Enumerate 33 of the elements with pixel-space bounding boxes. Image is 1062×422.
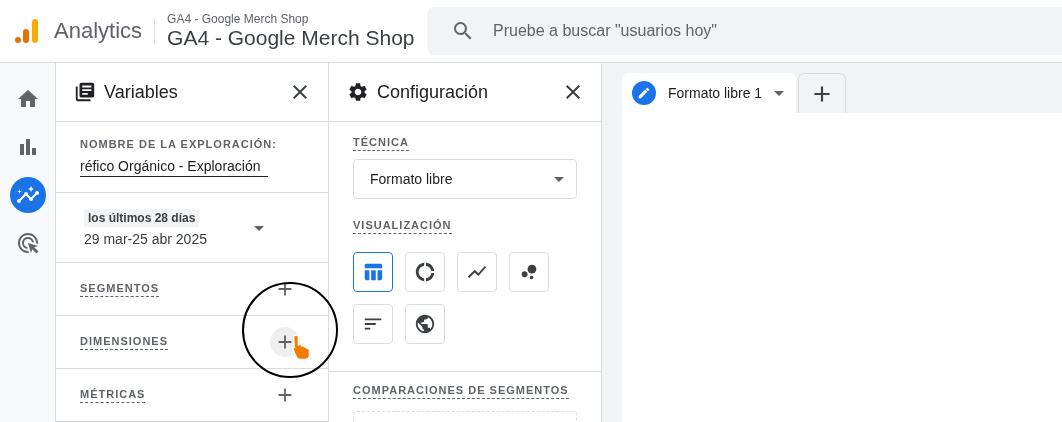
search-input[interactable]: Pruebe a buscar "usuarios hoy" [491,21,1062,41]
scatter-chart-icon[interactable] [509,252,549,292]
dropdown-arrow-icon [254,225,264,231]
dropdown-arrow-icon [774,90,785,96]
bar-chart-icon[interactable] [353,304,393,344]
tab[interactable]: Formato libre 1 [622,73,797,113]
table-chart-icon[interactable] [353,252,393,292]
variables-icon [74,81,96,103]
section-label: DIMENSIONES [80,334,168,350]
dropdown-arrow-icon [554,176,564,182]
date-range: 29 mar-25 abr 2025 [84,231,207,247]
search-bar[interactable]: Pruebe a buscar "usuarios hoy" [427,7,1062,55]
section-label: MÉTRICAS [80,387,146,403]
panel-title: Configuración [377,81,490,103]
panel-title: Variables [104,81,179,103]
line-chart-icon[interactable] [457,252,497,292]
section-label: SEGMENTOS [80,281,160,297]
property-name[interactable]: GA4 - Google Merch Shop [167,26,428,50]
section-label: TÉCNICA [353,136,409,151]
date-preset-chip: los últimos 28 días [84,209,200,227]
section-label: COMPARACIONES DE SEGMENTOS [353,384,569,399]
section-label: VISUALIZACIÓN [353,219,452,234]
add-tab-button[interactable] [798,73,847,113]
trend-chart-icon[interactable] [9,177,46,213]
field-label: NOMBRE DE LA EXPLORACIÓN: [80,138,277,150]
globe-icon[interactable] [405,304,445,344]
account-name: GA4 - Google Merch Shop [167,12,310,26]
settings-icon [347,81,369,103]
analytics-logo [14,18,40,44]
donut-chart-icon[interactable] [405,252,445,292]
technique-select[interactable]: Formato libre [353,159,577,199]
pencil-icon [632,81,656,105]
product-name: Analytics [54,18,156,44]
